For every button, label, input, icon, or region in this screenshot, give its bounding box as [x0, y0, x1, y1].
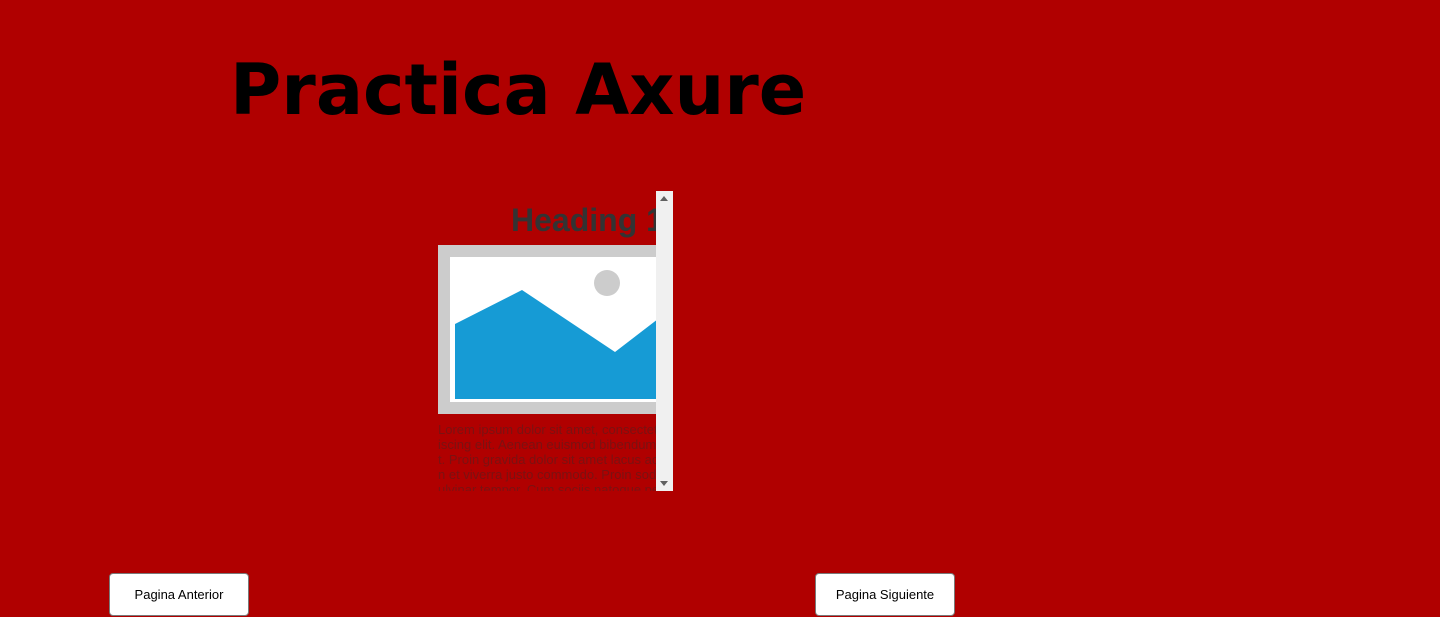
page: Practica Axure Heading 1 Lorem ipsum dol…	[0, 0, 1440, 617]
panel-body-text: Lorem ipsum dolor sit amet, consectetur …	[438, 422, 656, 491]
scroll-panel[interactable]: Heading 1 Lorem ipsum dolor sit amet, co…	[438, 191, 673, 491]
scroll-down-arrow-icon[interactable]	[660, 481, 668, 486]
next-page-button[interactable]: Pagina Siguiente	[815, 573, 955, 616]
page-title: Practica Axure	[230, 49, 807, 131]
panel-heading: Heading 1	[511, 202, 656, 238]
previous-page-button[interactable]: Pagina Anterior	[109, 573, 249, 616]
scroll-up-arrow-icon[interactable]	[660, 196, 668, 201]
panel-content: Heading 1 Lorem ipsum dolor sit amet, co…	[438, 191, 656, 491]
image-placeholder-icon	[438, 245, 656, 414]
vertical-scrollbar[interactable]	[656, 191, 673, 491]
